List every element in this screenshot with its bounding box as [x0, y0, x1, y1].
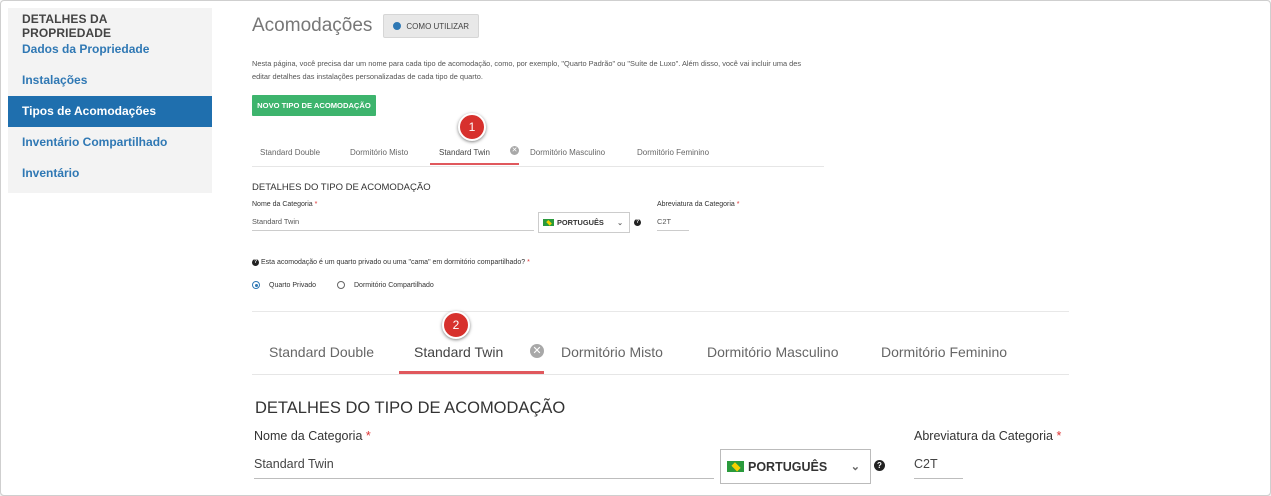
abbreviation-input[interactable]: C2T — [657, 214, 689, 231]
tab-standard-twin[interactable]: Standard Twin — [414, 344, 503, 360]
abbreviation-label-text: Abreviatura da Categoria — [914, 429, 1053, 443]
active-tab-indicator — [399, 371, 544, 374]
sidebar: DETALHES DA PROPRIEDADE Dados da Proprie… — [8, 8, 212, 193]
abbreviation-label: Abreviatura da Categoria * — [914, 429, 1061, 443]
question-circle-icon: ? — [252, 259, 259, 266]
radio-unselected-icon — [337, 281, 345, 289]
category-name-label: Nome da Categoria * — [252, 201, 317, 208]
intro-text: Nesta página, você precisa dar um nome p… — [252, 57, 832, 83]
new-accommodation-type-button[interactable]: NOVO TIPO DE ACOMODAÇÃO — [252, 95, 376, 116]
chevron-down-icon: ⌄ — [850, 461, 860, 473]
sidebar-item-tipos-de-acomodacoes[interactable]: Tipos de Acomodações — [8, 96, 212, 127]
tab-dormitorio-feminino[interactable]: Dormitório Feminino — [881, 344, 1007, 360]
how-to-use-label: COMO UTILIZAR — [406, 21, 470, 31]
sidebar-item-dados-da-propriedade[interactable]: Dados da Propriedade — [8, 34, 212, 65]
category-name-input[interactable]: Standard Twin — [254, 451, 714, 479]
brazil-flag-icon — [543, 219, 554, 226]
how-to-use-button[interactable]: COMO UTILIZAR — [383, 14, 480, 38]
category-name-input[interactable]: Standard Twin — [252, 214, 534, 231]
info-icon — [393, 22, 402, 30]
abbreviation-label: Abreviatura da Categoria * — [657, 201, 740, 208]
category-name-label: Nome da Categoria * — [254, 429, 371, 443]
tab-dormitorio-feminino[interactable]: Dormitório Feminino — [637, 148, 709, 157]
question-circle-icon[interactable]: ? — [874, 460, 885, 471]
tab-dormitorio-masculino[interactable]: Dormitório Masculino — [530, 148, 605, 157]
radio-quarto-privado[interactable]: Quarto Privado — [252, 281, 316, 289]
tab-dormitorio-misto[interactable]: Dormitório Misto — [561, 344, 663, 360]
intro-line-1: Nesta página, você precisa dar um nome p… — [252, 59, 802, 68]
app-window: DETALHES DA PROPRIEDADE Dados da Proprie… — [0, 0, 1271, 496]
active-tab-indicator — [430, 163, 519, 165]
question-circle-icon[interactable]: ? — [634, 219, 641, 226]
sidebar-item-inventario-compartilhado[interactable]: Inventário Compartilhado — [8, 127, 212, 158]
intro-line-2: editar detalhes das instalações personal… — [252, 72, 483, 81]
radio-dormitorio-compartilhado[interactable]: Dormitório Compartilhado — [337, 281, 434, 289]
language-select[interactable]: PORTUGUÊS ⌄ — [720, 449, 871, 484]
required-mark: * — [365, 429, 371, 443]
room-type-question-text: Esta acomodação é um quarto privado ou u… — [261, 259, 526, 266]
tab-standard-twin[interactable]: Standard Twin — [439, 148, 490, 157]
close-icon[interactable]: ✕ — [510, 146, 519, 155]
category-name-label-text: Nome da Categoria — [254, 429, 363, 443]
accommodation-tabs-large: Standard Double Standard Twin ✕ Dormitór… — [252, 327, 1069, 375]
radio-label: Quarto Privado — [269, 281, 317, 289]
sidebar-item-inventario[interactable]: Inventário — [8, 158, 212, 189]
chevron-down-icon: ⌄ — [617, 219, 623, 227]
tab-standard-double[interactable]: Standard Double — [269, 344, 374, 360]
brazil-flag-icon — [727, 461, 744, 472]
room-type-question: ? Esta acomodação é um quarto privado ou… — [252, 259, 530, 266]
sidebar-item-instalacoes[interactable]: Instalações — [8, 65, 212, 96]
required-mark: * — [527, 259, 530, 266]
required-mark: * — [1056, 429, 1062, 443]
abbreviation-label-text: Abreviatura da Categoria — [657, 201, 735, 208]
category-name-label-text: Nome da Categoria — [252, 201, 313, 208]
radio-selected-icon — [252, 281, 260, 289]
step-badge-1: 1 — [458, 113, 486, 141]
radio-label: Dormitório Compartilhado — [354, 281, 434, 289]
required-mark: * — [736, 201, 740, 208]
divider — [252, 311, 1069, 312]
language-select[interactable]: PORTUGUÊS ⌄ — [538, 212, 630, 233]
title-row: Acomodações COMO UTILIZAR — [252, 13, 480, 39]
tab-dormitorio-misto[interactable]: Dormitório Misto — [350, 148, 408, 157]
accommodation-tabs-small: Standard Double Dormitório Misto Standar… — [252, 139, 824, 167]
required-mark: * — [314, 201, 318, 208]
tab-standard-double[interactable]: Standard Double — [260, 148, 320, 157]
section-title-large: DETALHES DO TIPO DE ACOMODAÇÃO — [255, 399, 566, 417]
close-icon[interactable]: ✕ — [530, 344, 544, 358]
main-content: Acomodações COMO UTILIZAR Nesta página, … — [252, 1, 1252, 495]
sidebar-header: DETALHES DA PROPRIEDADE — [22, 12, 112, 40]
section-title-small: DETALHES DO TIPO DE ACOMODAÇÃO — [252, 182, 431, 193]
language-select-value: PORTUGUÊS — [557, 218, 604, 227]
language-select-value: PORTUGUÊS — [748, 459, 828, 474]
page-title: Acomodações — [252, 15, 373, 36]
abbreviation-input[interactable]: C2T — [914, 451, 963, 479]
tab-dormitorio-masculino[interactable]: Dormitório Masculino — [707, 344, 838, 360]
